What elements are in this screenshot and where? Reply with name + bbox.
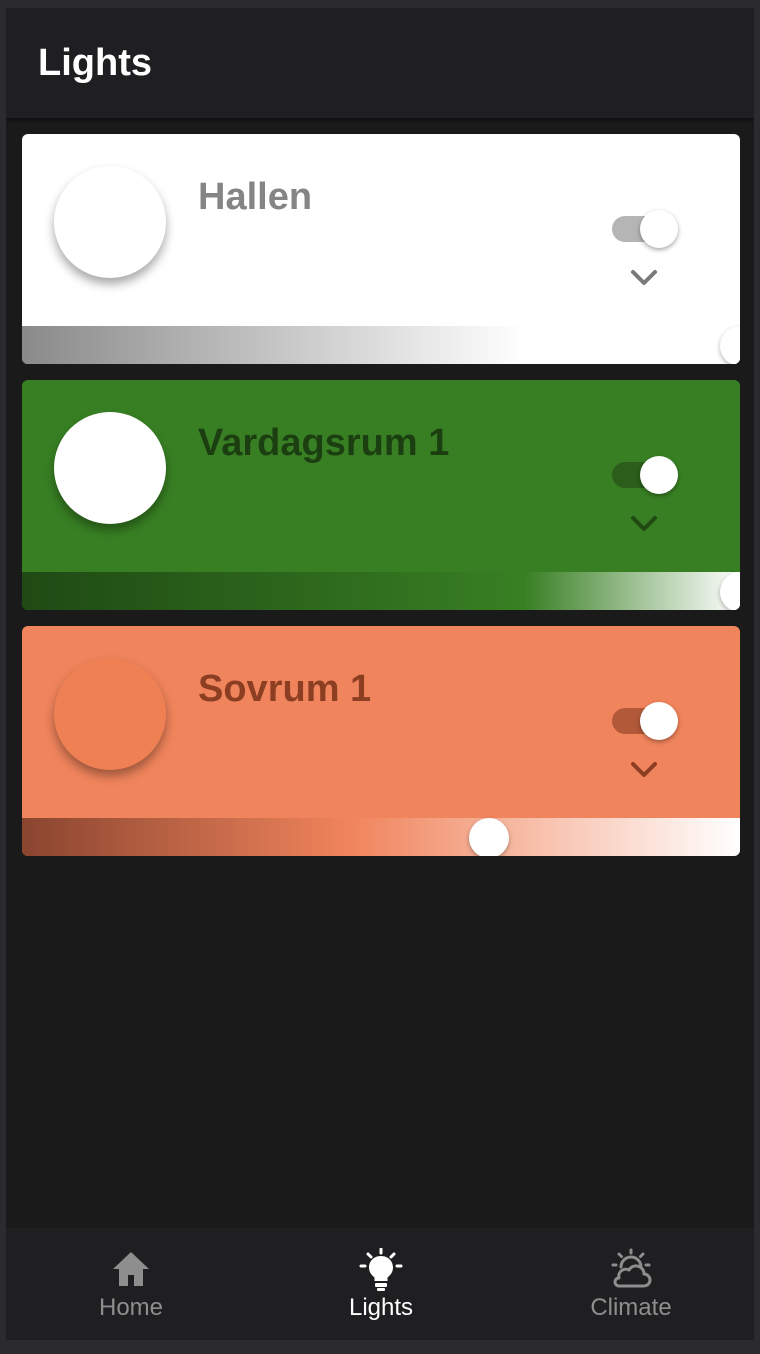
brightness-slider[interactable]	[22, 818, 740, 856]
light-card-sovrum-1: Sovrum 1	[22, 626, 740, 856]
page-title: Lights	[38, 42, 152, 84]
light-color-button[interactable]	[54, 412, 166, 524]
lightbulb-icon	[359, 1248, 403, 1291]
toggle-knob	[640, 210, 678, 248]
app-window: Lights Hallen Vardagsrum 1 Sovrum 1 Home…	[6, 8, 754, 1340]
chevron-down-icon[interactable]	[628, 510, 660, 536]
brightness-slider-thumb[interactable]	[720, 572, 740, 610]
nav-tab-climate[interactable]: Climate	[506, 1228, 754, 1340]
chevron-down-icon[interactable]	[628, 264, 660, 290]
light-card-hallen: Hallen	[22, 134, 740, 364]
chevron-down-icon[interactable]	[628, 756, 660, 782]
nav-tab-label: Climate	[590, 1294, 672, 1321]
light-power-toggle[interactable]	[612, 208, 680, 248]
brightness-slider[interactable]	[22, 572, 740, 610]
light-name: Vardagsrum 1	[198, 422, 450, 464]
brightness-slider[interactable]	[22, 326, 740, 364]
brightness-slider-thumb[interactable]	[720, 326, 740, 364]
light-name: Hallen	[198, 176, 313, 218]
light-color-button[interactable]	[54, 658, 166, 770]
light-name: Sovrum 1	[198, 668, 372, 710]
light-power-toggle[interactable]	[612, 700, 680, 740]
weather-partly-cloudy-icon	[611, 1248, 652, 1288]
toggle-knob	[640, 456, 678, 494]
light-card-vardagsrum-1: Vardagsrum 1	[22, 380, 740, 610]
toggle-knob	[640, 702, 678, 740]
nav-tab-label: Home	[98, 1294, 164, 1321]
brightness-slider-thumb[interactable]	[468, 818, 509, 856]
nav-tab-home[interactable]: Home	[6, 1228, 256, 1340]
bottom-navigation: Home Lights Climate	[6, 1228, 754, 1340]
nav-tab-lights[interactable]: Lights	[256, 1228, 506, 1340]
nav-tab-label: Lights	[348, 1294, 414, 1321]
home-icon	[113, 1252, 149, 1286]
light-power-toggle[interactable]	[612, 454, 680, 494]
light-color-button[interactable]	[54, 166, 166, 278]
app-header: Lights	[6, 8, 754, 118]
